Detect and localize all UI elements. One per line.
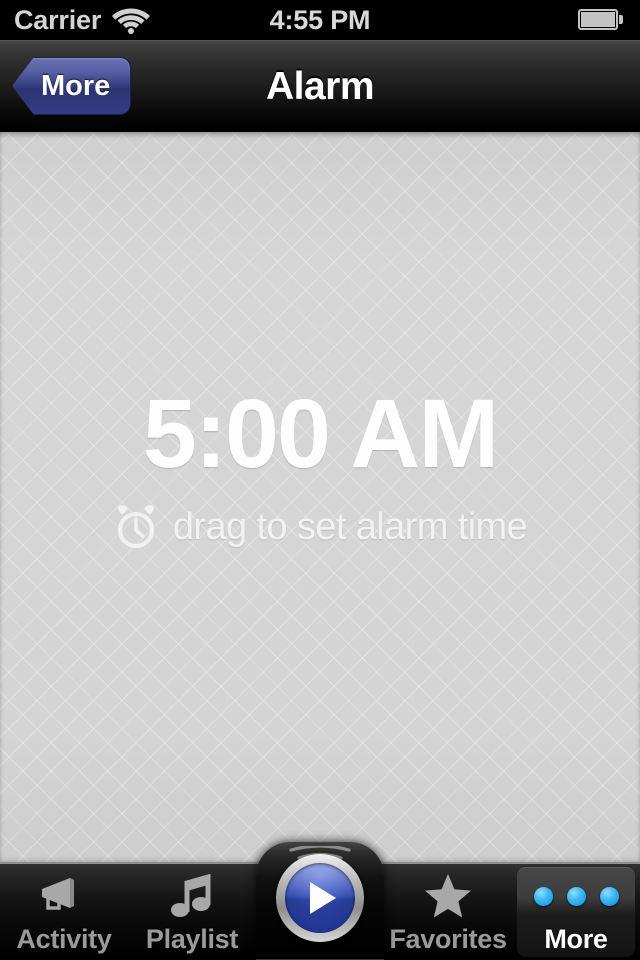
music-note-icon — [164, 872, 220, 920]
tab-activity[interactable]: Activity — [0, 864, 128, 960]
status-bar: Carrier 4:55 PM — [0, 0, 640, 40]
navigation-bar: More Alarm — [0, 40, 640, 132]
star-icon — [420, 872, 476, 920]
tab-playlist[interactable]: Playlist — [128, 864, 256, 960]
dot-2 — [566, 886, 586, 906]
alarm-content-area[interactable]: 5:00 AM drag to set alarm time — [0, 132, 640, 862]
alarm-display: 5:00 AM drag to set alarm time — [0, 382, 640, 550]
alarm-hint: drag to set alarm time — [0, 504, 640, 550]
tab-more[interactable]: More — [512, 864, 640, 960]
page-title: Alarm — [265, 65, 375, 108]
tab-activity-label: Activity — [16, 924, 112, 954]
alarm-hint-label: drag to set alarm time — [172, 506, 528, 548]
battery-icon — [578, 9, 626, 32]
battery-level — [581, 12, 615, 27]
tab-playlist-label: Playlist — [145, 924, 239, 954]
tab-more-label: More — [544, 924, 608, 954]
play-icon — [310, 882, 336, 914]
three-dots-icon — [533, 872, 619, 920]
dot-1 — [533, 886, 553, 906]
battery-cap — [619, 15, 623, 24]
alarm-clock-icon — [117, 505, 154, 548]
megaphone-icon — [36, 872, 92, 920]
dot-3 — [599, 886, 619, 906]
play-button-face — [285, 863, 355, 933]
alarm-time-value: 5:00 AM — [142, 379, 499, 488]
app-screen: Carrier 4:55 PM More Alarm 5:00 AM drag … — [0, 0, 640, 960]
tab-favorites-label: Favorites — [389, 924, 507, 954]
status-time: 4:55 PM — [269, 5, 371, 35]
tab-favorites[interactable]: Favorites — [384, 864, 512, 960]
play-button[interactable] — [276, 854, 364, 942]
